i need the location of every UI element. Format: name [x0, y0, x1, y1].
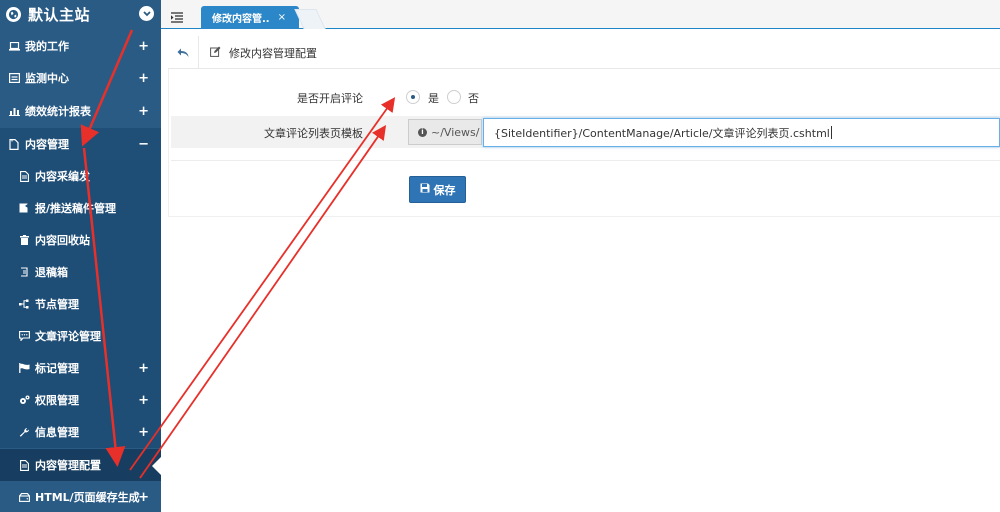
comment-icon [18, 330, 30, 342]
radio-label: 是 [428, 92, 439, 105]
sidebar-item-content-management[interactable]: 内容管理 − [0, 128, 161, 160]
page-title: 修改内容管理配置 [229, 47, 317, 60]
sidebar-sub-item-recycle-bin[interactable]: 内容回收站 [0, 224, 161, 256]
save-button[interactable]: 保存 [409, 176, 466, 203]
return-icon [18, 266, 30, 278]
radio-no[interactable] [447, 90, 461, 104]
sidebar-sub-item-label: HTML/页面缓存生成 [35, 491, 140, 504]
sidebar-item-my-work[interactable]: 我的工作 + [0, 30, 161, 62]
node-icon [18, 298, 30, 310]
active-indicator [152, 457, 161, 475]
sidebar-sub-item-label: 内容采编发 [35, 170, 90, 183]
sidebar-sub-item-content-config[interactable]: 内容管理配置 [0, 449, 161, 481]
expand-icon[interactable]: + [138, 104, 149, 119]
cogs-icon [18, 394, 30, 406]
back-arrow-icon [177, 43, 189, 62]
expand-icon[interactable]: + [138, 490, 149, 505]
text-cursor [830, 126, 832, 139]
form-row-enable-comment: 是否开启评论 是 否 [171, 81, 1000, 113]
menu-toggle-icon[interactable] [171, 8, 183, 23]
sidebar-sub-item-label: 报/推送稿件管理 [35, 202, 117, 215]
sidebar-sub-item-node-management[interactable]: 节点管理 [0, 288, 161, 320]
sidebar: 默认主站 我的工作 + 监测中心 + 绩效统计报表 + 内容管理 − 内容采编发… [0, 0, 161, 512]
sidebar-sub-item-comment-management[interactable]: 文章评论管理 [0, 320, 161, 352]
radio-label: 否 [468, 92, 479, 105]
sidebar-sub-item-rejected-box[interactable]: 退稿箱 [0, 256, 161, 288]
sidebar-item-performance-report[interactable]: 绩效统计报表 + [0, 95, 161, 127]
trash-icon [18, 234, 30, 246]
save-icon [420, 183, 430, 196]
bar-chart-icon [8, 105, 20, 117]
form-row-template: 文章评论列表页模板 i ~/Views/ {SiteIdentifier}/Co… [171, 116, 1000, 148]
sidebar-sub-item-content-editing[interactable]: 内容采编发 [0, 160, 161, 192]
monitor-icon [8, 72, 20, 84]
sidebar-sub-item-label: 节点管理 [35, 298, 79, 311]
sidebar-sub-item-label: 退稿箱 [35, 266, 68, 279]
expand-icon[interactable]: + [138, 39, 149, 54]
sidebar-sub-item-label: 权限管理 [35, 394, 79, 407]
globe-icon [6, 7, 21, 22]
content-header: 修改内容管理配置 [168, 36, 1000, 69]
expand-icon[interactable]: + [138, 393, 149, 408]
expand-icon[interactable]: + [138, 425, 149, 440]
flag-icon [18, 362, 30, 374]
tab-label: 修改内容管.. [212, 14, 270, 25]
sidebar-sub-item-label: 内容管理配置 [35, 459, 101, 472]
tab-edit-content-config[interactable]: 修改内容管.. × [201, 6, 299, 29]
info-icon: i [418, 127, 427, 137]
sidebar-sub-item-label: 标记管理 [35, 362, 79, 375]
laptop-icon [8, 40, 20, 52]
field-label: 是否开启评论 [297, 92, 363, 105]
sidebar-sub-item-label: 文章评论管理 [35, 330, 101, 343]
template-input-value: {SiteIdentifier}/ContentManage/Article/文… [494, 126, 830, 140]
breadcrumb: 修改内容管理配置 [210, 45, 317, 61]
sidebar-sub-item-label: 信息管理 [35, 426, 79, 439]
file-text-icon [18, 459, 30, 471]
tab-bar: 修改内容管.. × [161, 0, 1000, 29]
expand-icon[interactable]: + [138, 361, 149, 376]
sidebar-sub-item-label: 内容回收站 [35, 234, 90, 247]
sidebar-sub-item-permission-management[interactable]: 权限管理 + [0, 384, 161, 416]
sidebar-item-label: 监测中心 [25, 72, 69, 85]
sidebar-sub-item-info-management[interactable]: 信息管理 + [0, 416, 161, 448]
edit-icon [210, 46, 221, 60]
hdd-icon [18, 491, 30, 503]
sidebar-sub-item-push-manuscript[interactable]: 报/推送稿件管理 [0, 192, 161, 224]
send-doc-icon [18, 202, 30, 214]
collapse-icon[interactable]: − [138, 137, 149, 152]
file-text-icon [18, 170, 30, 182]
back-button[interactable] [168, 36, 199, 69]
template-input[interactable]: {SiteIdentifier}/ContentManage/Article/文… [483, 118, 1000, 147]
template-path-addon: i ~/Views/ [408, 119, 482, 145]
sidebar-sub-item-tag-management[interactable]: 标记管理 + [0, 352, 161, 384]
divider [171, 160, 1000, 161]
sidebar-item-label: 绩效统计报表 [25, 105, 91, 118]
expand-icon[interactable]: + [138, 71, 149, 86]
sidebar-item-label: 我的工作 [25, 40, 69, 53]
wrench-icon [18, 426, 30, 438]
field-label: 文章评论列表页模板 [264, 127, 363, 140]
save-label: 保存 [433, 183, 456, 197]
app-root: 默认主站 我的工作 + 监测中心 + 绩效统计报表 + 内容管理 − 内容采编发… [0, 0, 1000, 512]
sidebar-sub-item-html-cache[interactable]: HTML/页面缓存生成 + [0, 481, 161, 512]
chevron-down-icon[interactable] [139, 6, 154, 21]
sidebar-item-label: 内容管理 [25, 138, 69, 151]
addon-text: ~/Views/ [431, 125, 480, 139]
document-icon [8, 138, 20, 150]
sidebar-item-monitor[interactable]: 监测中心 + [0, 62, 161, 94]
site-header[interactable]: 默认主站 [0, 0, 161, 29]
site-title: 默认主站 [28, 6, 91, 24]
tab-placeholder [294, 9, 326, 29]
radio-yes[interactable] [406, 90, 420, 104]
close-icon[interactable]: × [278, 12, 286, 23]
